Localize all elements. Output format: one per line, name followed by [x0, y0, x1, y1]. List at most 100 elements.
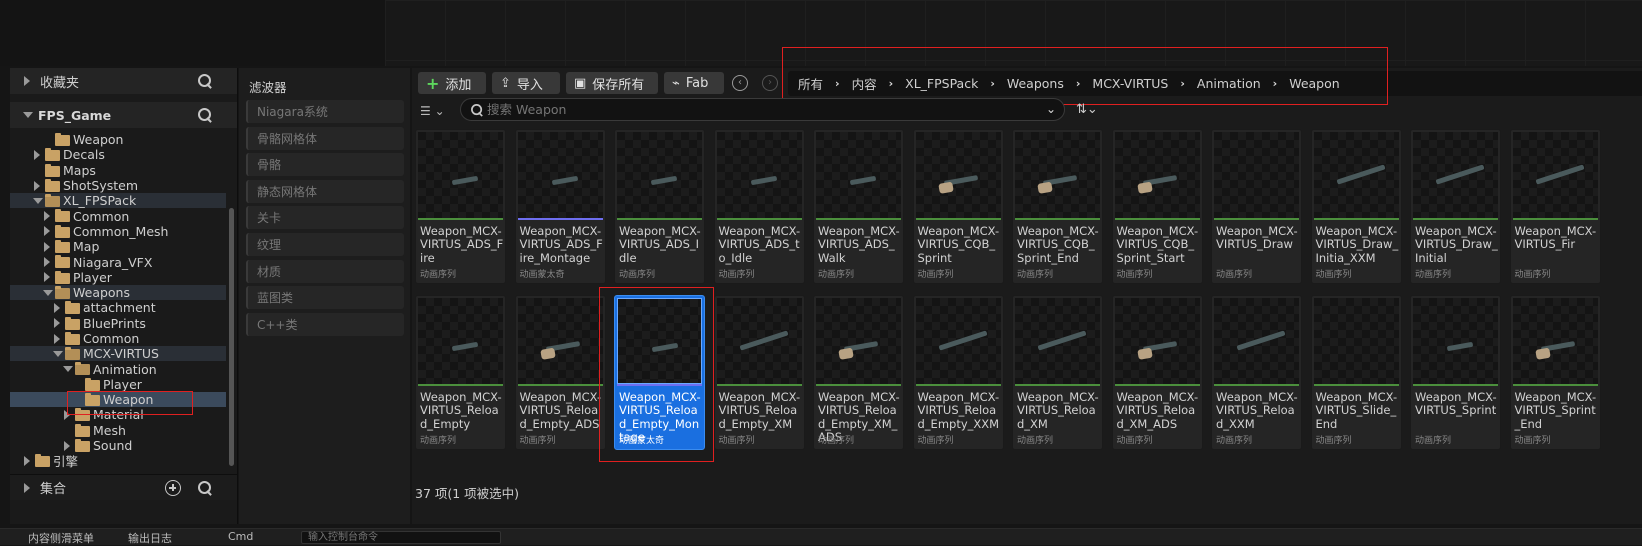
breadcrumb-item[interactable]: Weapons	[1007, 76, 1064, 91]
tree-item[interactable]: MCX-VIRTUS	[10, 346, 226, 362]
expand-arrow-icon[interactable]	[44, 272, 50, 283]
filter-item[interactable]: 材质	[246, 259, 404, 283]
tree-item[interactable]: Animation	[10, 361, 226, 377]
tree-item[interactable]: Mesh	[10, 423, 226, 438]
expand-arrow-icon[interactable]	[44, 211, 50, 222]
expand-arrow-icon[interactable]	[34, 180, 40, 191]
tree-item[interactable]: ShotSystem	[10, 178, 226, 193]
breadcrumb-item[interactable]: 内容	[852, 74, 877, 93]
filter-item[interactable]: Niagara系统	[246, 100, 404, 123]
tree-item[interactable]: Material	[10, 407, 226, 422]
breadcrumb-separator-icon[interactable]: ›	[1180, 77, 1185, 90]
tree-item[interactable]: Player	[10, 377, 226, 392]
expand-arrow-icon[interactable]	[24, 482, 30, 493]
tree-item[interactable]: attachment	[10, 300, 226, 315]
breadcrumb-separator-icon[interactable]: ›	[889, 77, 894, 90]
breadcrumb-item[interactable]: MCX-VIRTUS	[1092, 76, 1168, 91]
collapse-arrow-icon[interactable]	[53, 350, 63, 357]
search-icon[interactable]	[197, 480, 213, 496]
tree-item[interactable]: 引擎	[10, 453, 226, 469]
breadcrumb-item[interactable]: Animation	[1197, 76, 1261, 91]
expand-arrow-icon[interactable]	[44, 241, 50, 252]
content-drawer-tab[interactable]: 内容侧滑菜单	[28, 530, 94, 546]
search-box[interactable]: ⌄	[460, 98, 1065, 121]
expand-arrow-icon[interactable]	[54, 318, 60, 329]
tree-item[interactable]: Common	[10, 331, 226, 346]
asset-tile[interactable]: Weapon_MCX-VIRTUS_ADS_to_Idle 动画序列	[713, 129, 805, 284]
console-command-input[interactable]: 输入控制台命令	[301, 531, 501, 544]
expand-arrow-icon[interactable]	[44, 226, 50, 237]
asset-tile[interactable]: Weapon_MCX-VIRTUS_Reload_Empty_ADS 动画序列	[514, 295, 606, 450]
breadcrumb-separator-icon[interactable]: ›	[835, 77, 840, 90]
asset-tile[interactable]: Weapon_MCX-VIRTUS_ADS_Idle 动画序列	[614, 129, 705, 284]
breadcrumb-item[interactable]: 所有	[798, 74, 823, 93]
fab-button[interactable]: ⌁ Fab	[664, 72, 724, 94]
expand-arrow-icon[interactable]	[34, 149, 40, 160]
asset-tile[interactable]: Weapon_MCX-VIRTUS_CQB_Sprint_Start 动画序列	[1111, 129, 1203, 284]
tree-item[interactable]: Common_Mesh	[10, 224, 226, 239]
expand-arrow-icon[interactable]	[24, 455, 30, 466]
asset-tile[interactable]: Weapon_MCX-VIRTUS_Slide_End 动画序列	[1310, 295, 1402, 450]
expand-arrow-icon[interactable]	[54, 302, 60, 313]
asset-tile[interactable]: Weapon_MCX-VIRTUS_Sprint 动画序列	[1410, 295, 1501, 450]
filter-item[interactable]: 静态网格体	[246, 179, 404, 203]
filter-item[interactable]: C++类	[246, 312, 404, 336]
collapse-arrow-icon[interactable]	[33, 197, 43, 204]
asset-tile[interactable]: Weapon_MCX-VIRTUS_Reload_XXM 动画序列	[1211, 295, 1302, 450]
tree-item[interactable]: Weapons	[10, 284, 226, 301]
search-icon[interactable]	[197, 73, 213, 89]
asset-tile[interactable]: Weapon_MCX-VIRTUS_CQB_Sprint_End 动画序列	[1012, 129, 1103, 284]
asset-tile[interactable]: Weapon_MCX-VIRTUS_CQB_Sprint 动画序列	[912, 129, 1004, 284]
breadcrumb-separator-icon[interactable]: ›	[1273, 77, 1278, 90]
tree-item[interactable]: Map	[10, 239, 226, 254]
sort-icon[interactable]: ⇅⌄	[1076, 102, 1098, 117]
tree-scrollbar[interactable]	[229, 208, 234, 466]
favorites-header[interactable]: 收藏夹	[10, 68, 237, 94]
filter-item[interactable]: 纹理	[246, 233, 404, 256]
expand-arrow-icon[interactable]	[44, 257, 50, 268]
asset-tile[interactable]: Weapon_MCX-VIRTUS_Draw 动画序列	[1211, 129, 1302, 284]
add-collection-icon[interactable]	[165, 480, 181, 496]
tree-item[interactable]: Common	[10, 208, 226, 224]
tree-item[interactable]: BluePrints	[10, 316, 226, 331]
asset-tile[interactable]: Weapon_MCX-VIRTUS_Fir 动画序列	[1509, 129, 1601, 284]
tree-item[interactable]: Niagara_VFX	[10, 254, 226, 270]
search-input[interactable]	[487, 101, 1027, 118]
asset-tile[interactable]: Weapon_MCX-VIRTUS_Reload_Empty_XXM 动画序列	[912, 295, 1004, 450]
add-button[interactable]: + 添加	[418, 72, 486, 94]
chevron-down-icon[interactable]: ⌄	[1046, 102, 1056, 116]
tree-item[interactable]: Weapon	[10, 392, 226, 408]
filter-item[interactable]: 骨骼	[246, 153, 404, 177]
breadcrumb-item[interactable]: XL_FPSPack	[905, 76, 978, 91]
asset-tile[interactable]: Weapon_MCX-VIRTUS_Reload_Empty_XM 动画序列	[713, 295, 805, 450]
asset-tile[interactable]: Weapon_MCX-VIRTUS_Reload_Empty_XM_ADS 动画序…	[813, 295, 904, 450]
expand-arrow-icon[interactable]	[24, 76, 30, 86]
filter-item[interactable]: 骨骼网格体	[246, 126, 404, 150]
collapse-arrow-icon[interactable]	[43, 289, 53, 296]
tree-item[interactable]: Weapon	[10, 132, 226, 147]
asset-tile[interactable]: Weapon_MCX-VIRTUS_Draw_Initial 动画序列	[1410, 129, 1501, 284]
breadcrumb-separator-icon[interactable]: ›	[990, 77, 995, 90]
asset-tile[interactable]: Weapon_MCX-VIRTUS_Draw_Initia_XXM 动画序列	[1310, 129, 1402, 284]
forward-arrow-icon[interactable]: ›	[762, 75, 778, 91]
tree-item[interactable]: XL_FPSPack	[10, 193, 226, 209]
breadcrumb-separator-icon[interactable]: ›	[1076, 77, 1081, 90]
import-button[interactable]: ⇪ 导入	[492, 72, 560, 94]
cmd-tab[interactable]: Cmd	[228, 530, 253, 543]
tree-item[interactable]: Player	[10, 270, 226, 285]
asset-tile[interactable]: Weapon_MCX-VIRTUS_Reload_XM 动画序列	[1012, 295, 1103, 450]
search-icon[interactable]	[197, 107, 213, 123]
output-log-tab[interactable]: 输出日志	[128, 530, 172, 546]
asset-tile[interactable]: Weapon_MCX-VIRTUS_Sprint_End 动画序列	[1509, 295, 1601, 450]
project-header[interactable]: FPS_Game	[10, 102, 237, 128]
collections-header[interactable]: 集合	[10, 474, 237, 500]
expand-arrow-icon[interactable]	[54, 333, 60, 344]
asset-tile[interactable]: Weapon_MCX-VIRTUS_ADS_Fire 动画序列	[415, 129, 506, 284]
asset-tile[interactable]: Weapon_MCX-VIRTUS_Reload_XM_ADS 动画序列	[1111, 295, 1203, 450]
tree-item[interactable]: Sound	[10, 438, 226, 453]
expand-arrow-icon[interactable]	[64, 440, 70, 451]
asset-tile[interactable]: Weapon_MCX-VIRTUS_ADS_Fire_Montage 动画蒙太奇	[514, 129, 606, 284]
filter-item[interactable]: 蓝图类	[246, 286, 404, 310]
asset-tile[interactable]: Weapon_MCX-VIRTUS_Reload_Empty 动画序列	[415, 295, 506, 450]
asset-tile[interactable]: Weapon_MCX-VIRTUS_ADS_Walk 动画序列	[813, 129, 904, 284]
